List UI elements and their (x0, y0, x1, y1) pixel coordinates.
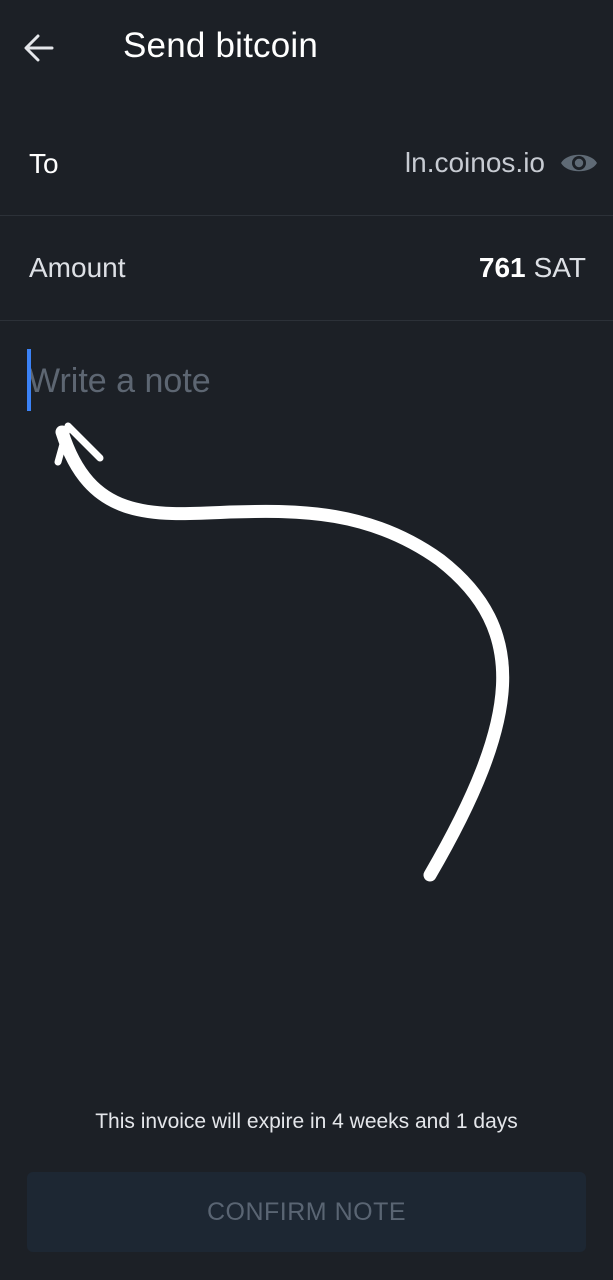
amount-unit: SAT (533, 252, 586, 283)
to-label: To (29, 148, 59, 179)
app-header: Send bitcoin (0, 0, 613, 96)
expiry-notice: This invoice will expire in 4 weeks and … (95, 1110, 518, 1133)
page-title: Send bitcoin (123, 26, 319, 65)
text-caret (27, 349, 31, 411)
amount-number: 761 (478, 252, 526, 283)
eye-icon[interactable] (559, 147, 599, 179)
arrow-head (54, 422, 104, 466)
confirm-note-button[interactable]: CONFIRM NOTE (27, 1172, 586, 1252)
recipient-value: ln.coinos.io (404, 147, 545, 178)
back-button[interactable] (24, 28, 72, 68)
arrow-left-icon (24, 34, 54, 62)
arrow-shaft (55, 425, 510, 882)
amount-display: 761 SAT (479, 252, 586, 284)
amount-row: Amount 761 SAT (0, 216, 613, 321)
amount-label: Amount (29, 252, 126, 283)
note-input[interactable] (24, 346, 590, 416)
recipient-row: To ln.coinos.io (0, 112, 613, 216)
